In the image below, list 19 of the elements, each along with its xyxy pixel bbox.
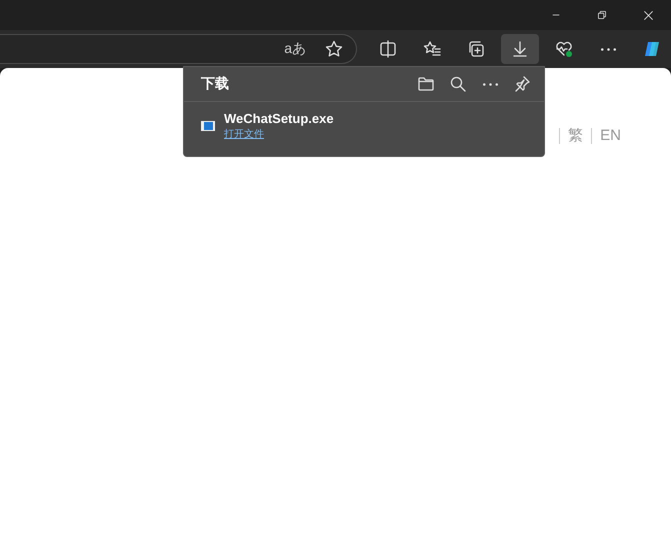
more-icon [600, 48, 616, 50]
copilot-icon [642, 39, 662, 59]
open-file-link[interactable]: 打开文件 [224, 127, 264, 141]
toolbar-button[interactable] [501, 34, 539, 64]
file-icon [200, 118, 216, 134]
split-screen-icon [378, 39, 398, 59]
address-field[interactable]: aあ [0, 34, 357, 64]
panel-title: 下载 [201, 75, 230, 93]
language-link[interactable]: EN [600, 127, 621, 144]
heart-pulse-icon [554, 39, 574, 59]
file-name: WeChatSetup.exe [224, 111, 334, 126]
translate-label[interactable]: aあ [284, 40, 306, 58]
language-link[interactable]: 繁 [568, 126, 584, 145]
more-icon [482, 82, 498, 86]
search-button[interactable] [448, 74, 468, 94]
close-icon [642, 8, 654, 22]
favorite-star-icon [324, 39, 344, 59]
search-icon [448, 74, 468, 94]
restore-icon [596, 9, 608, 21]
